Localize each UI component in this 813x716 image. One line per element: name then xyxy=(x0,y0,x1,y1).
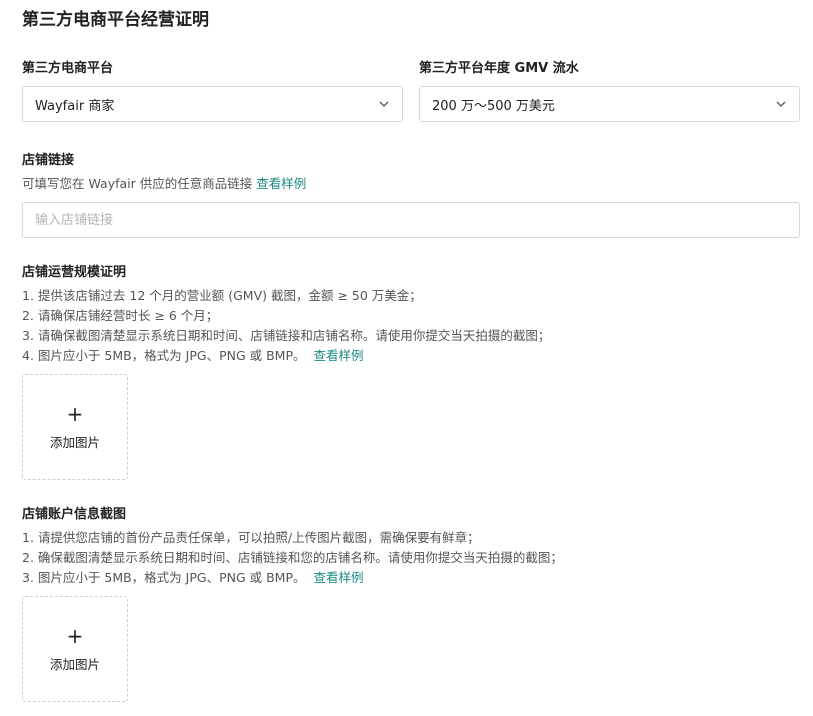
gmv-label: 第三方平台年度 GMV 流水 xyxy=(419,61,579,76)
platform-select-value: Wayfair 商家 xyxy=(35,98,115,114)
store-link-hint: 可填写您在 Wayfair 供应的任意商品链接 查看样例 xyxy=(22,174,306,194)
plus-icon: + xyxy=(66,401,84,426)
gmv-select-value: 200 万～500 万美元 xyxy=(432,98,555,114)
scale-proof-sample-link[interactable]: 查看样例 xyxy=(313,348,363,363)
store-link-hint-text: 可填写您在 Wayfair 供应的任意商品链接 xyxy=(22,176,253,191)
upload-label: 添加图片 xyxy=(49,434,100,450)
platform-select[interactable]: Wayfair 商家 xyxy=(22,86,403,122)
store-link-label: 店铺链接 xyxy=(22,153,75,168)
instruction-item: 1. 提供该店铺过去 12 个月的营业额 (GMV) 截图，金额 ≥ 50 万美… xyxy=(22,288,422,303)
account-info-instructions: 1. 请提供您店铺的首份产品责任保单，可以拍照/上传图片截图，需确保要有鲜章； … xyxy=(22,528,563,588)
instruction-item: 1. 请提供您店铺的首份产品责任保单，可以拍照/上传图片截图，需确保要有鲜章； xyxy=(22,530,480,545)
account-info-label: 店铺账户信息截图 xyxy=(22,507,127,522)
instruction-item: 3. 请确保截图清楚显示系统日期和时间、店铺链接和店铺名称。请使用你提交当天拍摄… xyxy=(22,328,551,343)
platform-label: 第三方电商平台 xyxy=(22,61,114,76)
instruction-item: 4. 图片应小于 5MB，格式为 JPG、PNG 或 BMP。 查看样例 xyxy=(22,348,364,363)
instruction-item: 2. 请确保店铺经营时长 ≥ 6 个月； xyxy=(22,308,219,323)
store-link-sample-link[interactable]: 查看样例 xyxy=(256,176,306,191)
instruction-item: 3. 图片应小于 5MB，格式为 JPG、PNG 或 BMP。 查看样例 xyxy=(22,570,364,585)
upload-label: 添加图片 xyxy=(49,656,100,672)
account-info-sample-link[interactable]: 查看样例 xyxy=(313,570,363,585)
scale-proof-instructions: 1. 提供该店铺过去 12 个月的营业额 (GMV) 截图，金额 ≥ 50 万美… xyxy=(22,286,550,366)
chevron-down-icon xyxy=(379,101,389,107)
chevron-down-icon xyxy=(776,101,786,107)
account-info-upload-button[interactable]: + 添加图片 xyxy=(22,596,128,702)
instruction-item: 2. 确保截图清楚显示系统日期和时间、店铺链接和您的店铺名称。请使用你提交当天拍… xyxy=(22,550,563,565)
scale-proof-upload-button[interactable]: + 添加图片 xyxy=(22,374,128,480)
plus-icon: + xyxy=(66,623,84,648)
page-title: 第三方电商平台经营证明 xyxy=(22,10,209,30)
form-page: 第三方电商平台经营证明 第三方电商平台 Wayfair 商家 第三方平台年度 G… xyxy=(0,0,813,716)
store-link-input[interactable] xyxy=(22,202,800,238)
scale-proof-label: 店铺运营规模证明 xyxy=(22,265,127,280)
gmv-select[interactable]: 200 万～500 万美元 xyxy=(419,86,800,122)
